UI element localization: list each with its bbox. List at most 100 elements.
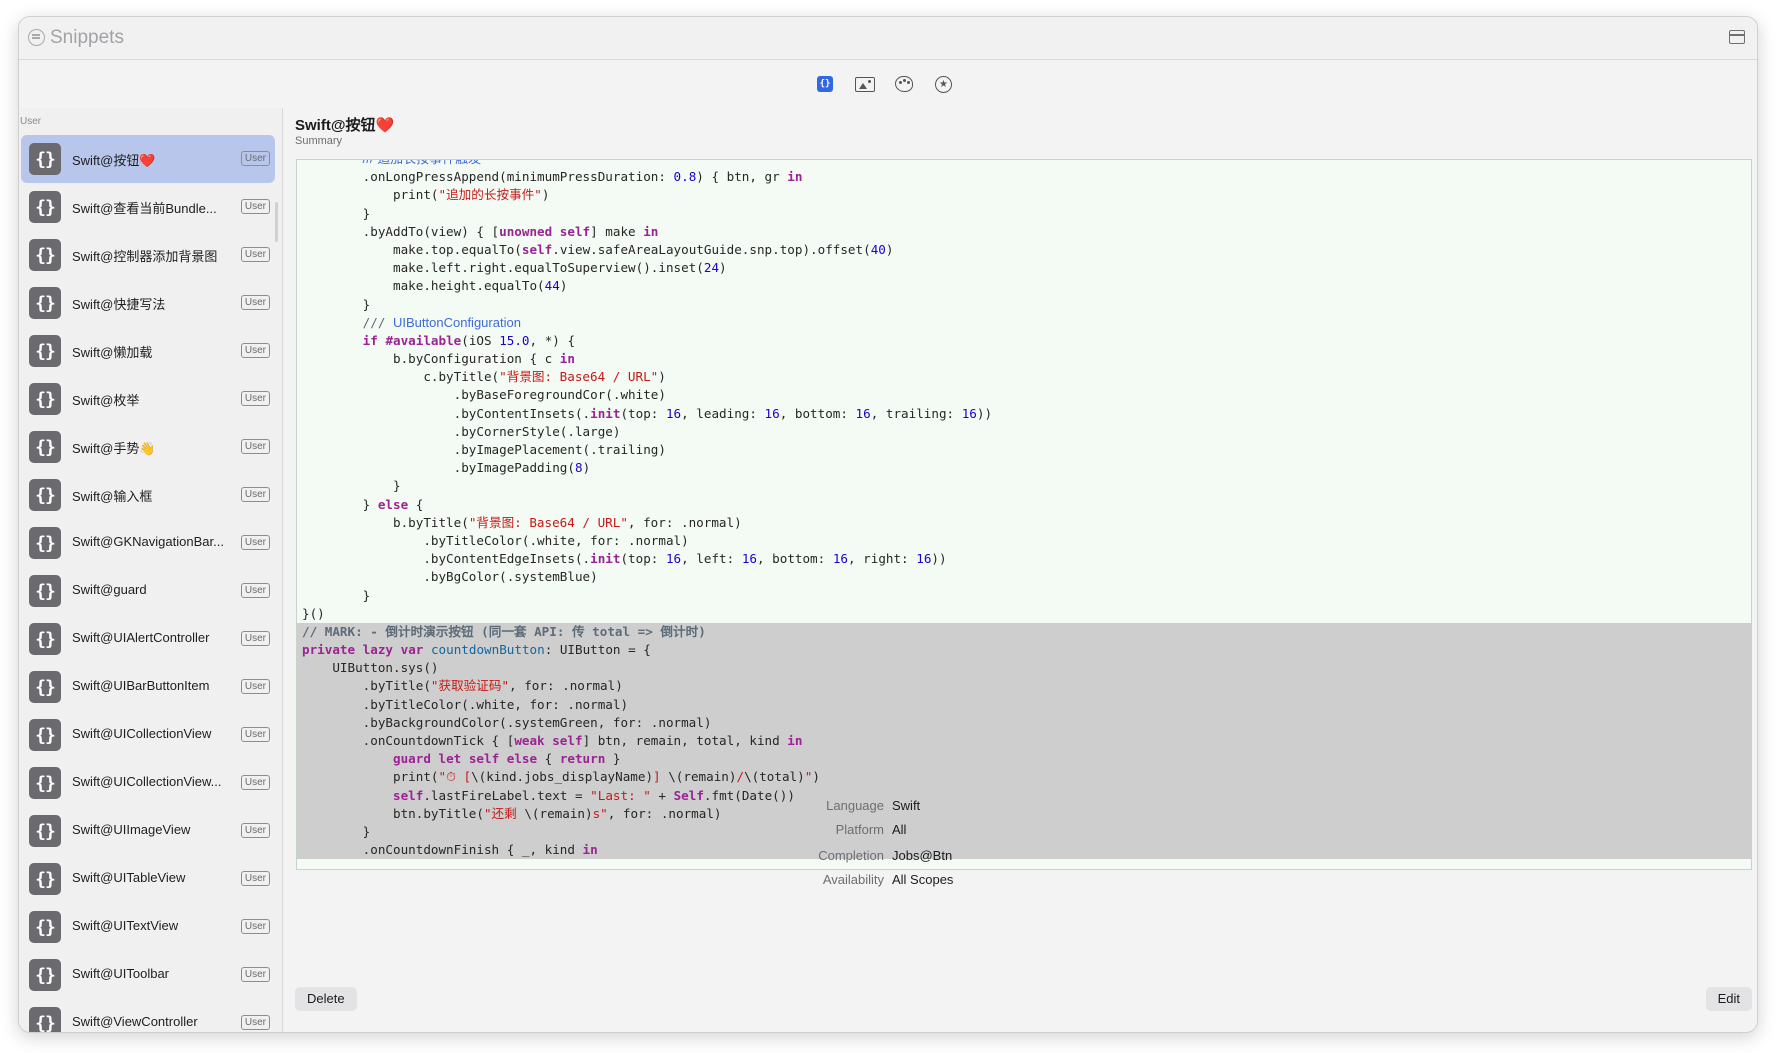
meta-value: Swift [892,798,921,813]
snippet-name: Swift@快捷写法 [72,297,166,312]
code-line: b.byConfiguration { c in [302,351,575,367]
code-line: .byBaseForegroundCor(.white) [302,387,666,403]
meta-key: Platform [835,822,884,837]
star-icon[interactable]: ★ [935,76,952,93]
code-snippet-icon: {} [29,623,61,655]
scope-badge: User [240,247,270,262]
snippet-list-item[interactable]: {} Swift@UICollectionView... User [21,759,275,807]
snippet-name: Swift@UICollectionView... [72,774,222,789]
toolbar: {} ★ [19,61,1757,108]
code-snippet-icon: {} [29,527,61,559]
code-line: } [302,587,371,603]
snippet-list-item[interactable]: {} Swift@手势👋 User [21,423,275,471]
code-line: .byContentEdgeInsets(.init(top: 16, left… [302,551,947,567]
code-line: } [297,822,1751,842]
scope-badge: User [240,631,270,646]
sidebar-section-label: User [20,116,42,127]
code-line: /// 追加长按事件触发 [297,160,1751,168]
code-braces-icon[interactable]: {} [817,76,833,92]
code-snippet-icon: {} [29,1007,61,1032]
scope-badge: User [240,487,270,502]
code-line: .onCountdownTick { [weak self] btn, rema… [297,732,1751,751]
snippet-name: Swift@GKNavigationBar... [72,534,224,549]
code-line: .byImagePlacement(.trailing) [302,442,666,457]
snippet-list-item[interactable]: {} Swift@UITextView User [21,903,275,951]
code-snippet-icon: {} [29,479,61,511]
snippet-title: Swift@按钮❤️ [295,117,395,134]
code-line: self.lastFireLabel.text = "Last: " + Sel… [297,786,1751,805]
snippet-list-item[interactable]: {} Swift@UIToolbar User [21,951,275,999]
snippet-name: Swift@UIImageView [72,822,191,837]
snippet-list-item[interactable]: {} Swift@GKNavigationBar... User [21,519,275,567]
scope-badge: User [240,295,270,310]
code-line: make.top.equalTo(self.view.safeAreaLayou… [302,241,894,257]
meta-value: Jobs@Btn [892,848,953,863]
snippet-list-item[interactable]: {} Swift@枚举 User [21,375,275,423]
code-line: print("⏱ [\(kind.jobs_displayName)] \(re… [297,768,1751,787]
code-line: .byTitleColor(.white, for: .normal) [297,695,1751,714]
code-snippet-icon: {} [29,287,61,319]
sidebar-scrollbar[interactable] [275,202,278,242]
code-line: .byTitleColor(.white, for: .normal) [302,532,689,548]
snippet-name: Swift@UIAlertController [72,630,210,645]
code-line: .onCountdownFinish { _, kind in [297,841,1751,860]
code-snippet-icon: {} [29,383,61,415]
code-line: } else { [302,496,424,512]
snippet-name: Swift@UICollectionView [72,726,212,741]
scope-badge: User [240,151,270,166]
scope-badge: User [240,679,270,694]
code-line: .byAddTo(view) { [unowned self] make in [302,223,659,239]
code-line: /// UIButtonConfiguration [362,314,521,330]
window-title: Snippets [50,27,124,48]
snippet-list-item[interactable]: {} Swift@按钮❤️ User [21,135,275,183]
edit-button[interactable]: Edit [1705,987,1752,1011]
code-line: .byCornerStyle(.large) [302,423,621,439]
scope-badge: User [240,871,270,886]
snippet-name: Swift@guard [72,582,147,597]
code-line: make.height.equalTo(44) [302,278,568,294]
code-editor[interactable]: /// 追加长按事件触发 .onLongPressAppend(minimumP… [296,159,1752,870]
snippet-name: Swift@UIToolbar [72,966,170,981]
code-snippet-icon: {} [29,815,61,847]
code-line: } [302,205,371,221]
snippets-window: Snippets {} ★ User {} Swift@按钮❤️ User {} Swi… [18,16,1758,1033]
sidebar-toggle-icon[interactable] [1729,30,1745,44]
palette-icon[interactable] [895,76,913,92]
snippet-list-item[interactable]: {} Swift@guard User [21,567,275,615]
code-line: print("追加的长按事件") [302,187,550,203]
snippet-list-item[interactable]: {} Swift@UIBarButtonItem User [21,663,275,711]
meta-value: All Scopes [892,872,954,887]
snippet-list-item[interactable]: {} Swift@输入框 User [21,471,275,519]
snippet-name: Swift@UITableView [72,870,186,885]
code-line: // MARK: - 倒计时演示按钮 (同一套 API: 传 total => … [297,622,1751,642]
snippet-list-item[interactable]: {} Swift@UIImageView User [21,807,275,855]
snippet-list-item[interactable]: {} Swift@懒加载 User [21,327,275,375]
snippet-list-item[interactable]: {} Swift@ViewController User [21,999,275,1032]
code-snippet-icon: {} [29,143,61,175]
delete-button[interactable]: Delete [295,987,357,1011]
code-content[interactable]: /// 追加长按事件触发 .onLongPressAppend(minimumP… [297,160,1751,860]
snippet-list-item[interactable]: {} Swift@控制器添加背景图 User [21,231,275,279]
code-line: .byBackgroundColor(.systemGreen, for: .n… [297,713,1751,732]
snippet-list-item[interactable]: {} Swift@UICollectionView User [21,711,275,759]
meta-key: Completion [818,848,884,863]
code-snippet-icon: {} [29,335,61,367]
snippets-app-icon [28,29,45,46]
meta-key: Language [826,798,884,813]
snippet-list-item[interactable]: {} Swift@查看当前Bundle... User [21,183,275,231]
snippet-list-item[interactable]: {} Swift@UIAlertController User [21,615,275,663]
code-line: } [302,478,401,494]
scope-badge: User [240,775,270,790]
code-line: } [302,296,371,312]
image-icon[interactable] [855,77,875,92]
code-line: btn.byTitle("还剩 \(remain)s", for: .norma… [297,804,1751,823]
code-line: guard let self else { return } [297,750,1751,769]
snippet-sidebar: User {} Swift@按钮❤️ User {} Swift@查看当前Bundle.… [19,108,283,1032]
code-line: .byImagePadding(8) [302,460,591,476]
scope-badge: User [240,391,270,406]
code-snippet-icon: {} [29,719,61,751]
snippet-list-item[interactable]: {} Swift@UITableView User [21,855,275,903]
snippet-list-item[interactable]: {} Swift@快捷写法 User [21,279,275,327]
snippet-name: Swift@UITextView [72,918,179,933]
snippet-name: Swift@ViewController [72,1014,198,1029]
